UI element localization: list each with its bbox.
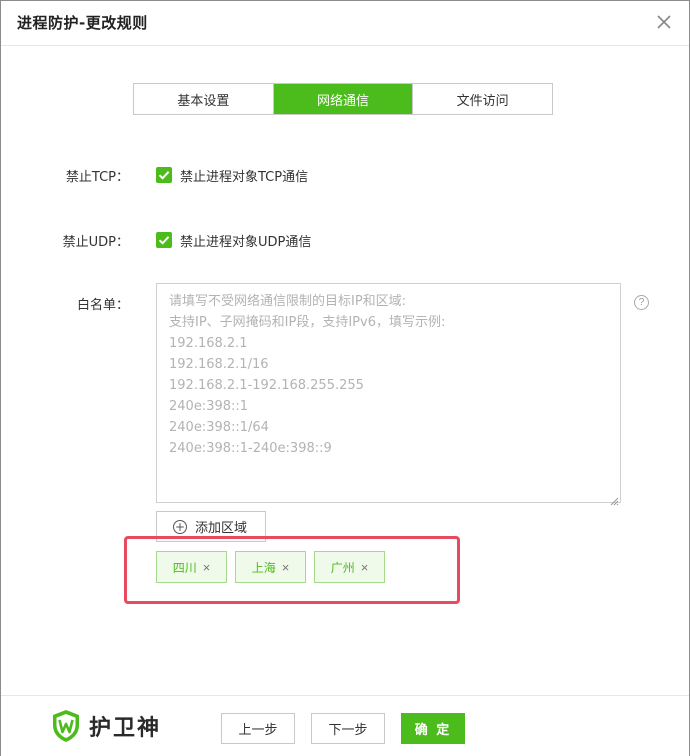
region-tag-label: 广州 [330,560,355,575]
close-icon[interactable] [655,13,673,31]
tab-file-access[interactable]: 文件访问 [412,84,553,114]
placeholder-line: 240e:398::1 [169,399,249,414]
region-tag-sichuan[interactable]: 四川 × [156,551,227,583]
confirm-button[interactable]: 确 定 [401,713,465,744]
region-tag-label: 上海 [251,560,276,575]
remove-tag-icon[interactable]: × [282,560,290,575]
whitelist-label: 白名单： [76,298,129,313]
udp-checkbox[interactable] [156,232,172,248]
placeholder-line: 请填写不受网络通信限制的目标IP和区域: [169,294,407,309]
placeholder-line: 支持IP、子网掩码和IP段，支持IPv6，填写示例: [169,315,446,330]
placeholder-line: 192.168.2.1/16 [169,357,269,372]
placeholder-line: 240e:398::1-240e:398::9 [169,441,332,456]
plus-circle-icon: + [173,519,187,534]
remove-tag-icon[interactable]: × [203,560,211,575]
add-region-label: 添加区域 [195,521,248,536]
remove-tag-icon[interactable]: × [361,560,369,575]
dialog-title: 进程防护-更改规则 [17,14,148,32]
previous-step-button[interactable]: 上一步 [221,713,295,744]
region-tag-shanghai[interactable]: 上海 × [235,551,306,583]
region-tag-label: 四川 [172,560,197,575]
resize-grip-icon[interactable] [609,491,619,506]
tab-network-communication[interactable]: 网络通信 [272,84,413,114]
tcp-checkbox[interactable] [156,167,172,183]
tcp-checkbox-label[interactable]: 禁止进程对象TCP通信 [180,166,308,185]
rule-edit-dialog: 进程防护-更改规则 基本设置 网络通信 文件访问 禁止TCP： 禁止进程对象TC… [0,0,690,756]
placeholder-line: 240e:398::1/64 [169,420,269,435]
next-step-button[interactable]: 下一步 [311,713,385,744]
shield-logo-icon [53,710,79,742]
placeholder-line: 192.168.2.1 [169,336,248,351]
title-bar: 进程防护-更改规则 [1,1,689,46]
brand-name: 护卫神 [89,716,162,741]
udp-checkbox-label[interactable]: 禁止进程对象UDP通信 [180,231,311,250]
placeholder-line: 192.168.2.1-192.168.255.255 [169,378,364,393]
question-circle-icon[interactable]: ? [634,295,649,310]
dialog-footer: 护卫神 上一步 下一步 确 定 [1,695,689,756]
tab-basic-settings[interactable]: 基本设置 [134,84,273,114]
tab-bar: 基本设置 网络通信 文件访问 [133,83,553,115]
udp-label: 禁止UDP： [62,235,129,250]
brand-logo: 护卫神 [51,709,161,743]
region-tag-guangzhou[interactable]: 广州 × [314,551,385,583]
tcp-label: 禁止TCP： [65,170,129,185]
whitelist-textarea[interactable]: 请填写不受网络通信限制的目标IP和区域: 支持IP、子网掩码和IP段，支持IPv… [156,283,621,506]
